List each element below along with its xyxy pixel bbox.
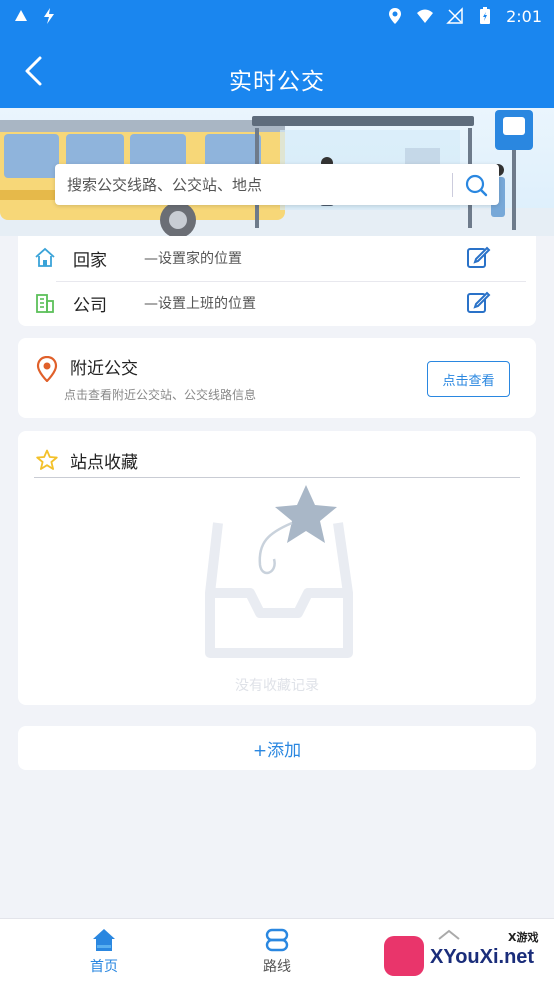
watermark-small-text: X游戏	[508, 931, 539, 944]
favorites-card: 站点收藏 没有收藏记录	[18, 431, 536, 705]
edit-icon[interactable]	[466, 290, 491, 315]
watermark-logo: X游戏 XYouXi.net	[380, 926, 554, 986]
home-desc: —设置家的位置	[144, 251, 242, 267]
no-signal-icon	[446, 7, 463, 24]
header-bar: 实时公交	[0, 32, 554, 108]
home-label: 回家	[73, 251, 107, 271]
watermark-text: XYouXi.net	[430, 946, 535, 968]
search-button[interactable]	[453, 164, 499, 205]
company-desc: —设置上班的位置	[144, 296, 256, 312]
home-icon	[93, 929, 115, 951]
search-icon	[465, 174, 488, 196]
favorites-title: 站点收藏	[70, 453, 138, 473]
watermark-badge	[384, 936, 424, 976]
nav-home[interactable]: 首页	[59, 923, 149, 983]
nearby-title: 附近公交	[70, 359, 138, 379]
nav-route[interactable]: 路线	[232, 923, 322, 983]
home-address-row[interactable]: 回家 —设置家的位置	[18, 236, 536, 281]
address-card: 回家 —设置家的位置 公司 —设置上班的位置	[18, 236, 536, 326]
empty-favorites-text: 没有收藏记录	[235, 678, 319, 694]
nav-home-label: 首页	[90, 959, 118, 975]
location-status-icon	[389, 8, 402, 24]
nav-route-label: 路线	[263, 959, 291, 975]
page-title: 实时公交	[229, 69, 325, 95]
search-bar[interactable]: 搜索公交线路、公交站、地点	[55, 164, 499, 205]
building-icon	[36, 294, 54, 313]
location-pin-icon	[36, 356, 58, 382]
view-nearby-button[interactable]: 点击查看	[427, 361, 510, 397]
star-icon	[36, 449, 58, 470]
route-icon	[265, 928, 289, 952]
favorites-divider	[34, 477, 520, 478]
status-time: 2:01	[506, 6, 542, 26]
company-address-row[interactable]: 公司 —设置上班的位置	[18, 281, 536, 326]
edit-icon[interactable]	[466, 245, 491, 270]
flash-icon	[44, 8, 54, 24]
battery-icon	[480, 7, 491, 24]
empty-tray-icon	[205, 485, 353, 658]
add-favorite-button[interactable]: +添加	[18, 726, 536, 770]
notification-icon	[15, 10, 27, 21]
status-bar: 2:01	[0, 0, 554, 32]
nearby-bus-card: 附近公交 点击查看附近公交站、公交线路信息 点击查看	[18, 338, 536, 418]
home-icon	[35, 247, 55, 267]
search-input[interactable]: 搜索公交线路、公交站、地点	[55, 174, 452, 195]
company-label: 公司	[73, 296, 107, 316]
nearby-subtitle: 点击查看附近公交站、公交线路信息	[64, 388, 257, 402]
wifi-icon	[417, 9, 434, 23]
